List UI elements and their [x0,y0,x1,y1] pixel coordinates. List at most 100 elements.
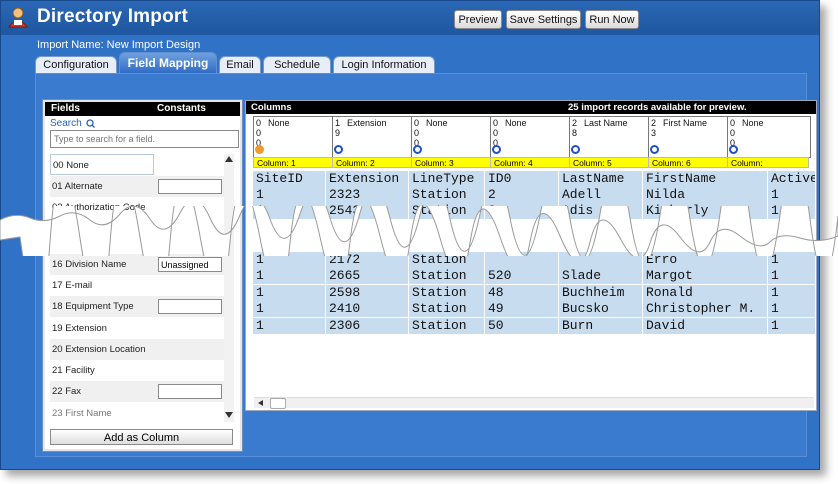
preview-cell: 2665 [326,268,409,285]
field-item-facility[interactable]: 21 Facility [50,360,224,381]
app-title: Directory Import [37,6,189,27]
field-item-label: 22 Fax [52,386,82,397]
preview-cell: Station [409,301,485,318]
column-mapping-cell[interactable]: 0 None 0 0 [727,116,811,158]
tab-schedule[interactable]: Schedule [263,56,331,74]
preview-cell: 1 [253,301,326,318]
column-select-radio[interactable] [492,145,501,154]
fields-panel-header: Fields Constants [45,102,240,116]
preview-cell: Station [409,268,485,285]
scroll-down-arrow-icon[interactable] [225,412,233,418]
torn-edge-overlay [0,206,838,256]
preview-cell: Buchheim [559,284,643,301]
field-item-equipment-type[interactable]: 18 Equipment Type [50,296,224,317]
constant-input-division-name[interactable] [158,257,222,272]
preview-horizontal-scrollbar[interactable] [254,397,814,409]
field-item-label: 21 Facility [52,365,95,376]
column-mapping-value: 0 [493,128,499,138]
constant-input-alternate[interactable] [158,179,222,194]
column-mapping-cell[interactable]: 0 None 0 0 [490,116,574,158]
preview-cell: Christopher M. [643,301,768,318]
field-list: 00 None 01 Alternate 02 Authorization Co… [50,154,228,422]
field-item-none[interactable]: 00 None [50,154,154,175]
preview-cell: 2410 [326,301,409,318]
column-mapping-field: 0 [730,118,736,128]
column-mapping-field: 2 [651,118,657,128]
preview-cell: 2 [485,187,559,203]
preview-cell: 1 [253,187,326,203]
column-mapping-value: 3 [651,128,657,138]
column-mapping-field: 0 [414,118,420,128]
scroll-thumb[interactable] [270,398,286,409]
add-as-column-button[interactable]: Add as Column [50,429,233,445]
field-item-alternate[interactable]: 01 Alternate [50,176,224,197]
constant-input-equipment-type[interactable] [158,299,222,314]
field-item-division-name[interactable]: 16 Division Name [50,254,224,275]
column-mapping-cell[interactable]: 0 None 0 0 [411,116,495,158]
columns-panel-header: Columns 25 import records available for … [246,101,816,114]
field-item-label: 18 Equipment Type [52,301,134,312]
field-list-scrollbar[interactable] [224,154,234,422]
column-mapping-cell[interactable]: 0 None 0 0 [253,116,337,158]
field-item-email[interactable]: 17 E-mail [50,275,224,296]
constant-input-fax[interactable] [158,384,222,399]
preview-cell: Slade [559,268,643,285]
preview-cell: Station [409,187,485,203]
column-mapping-value: 9 [335,128,341,138]
field-item-extension[interactable]: 19 Extension [50,318,224,339]
column-mapping-cell[interactable]: 2 First Name 3 [648,116,732,158]
column-number-label: Column: 1 [253,157,335,168]
import-name-label: Import Name: New Import Design [37,39,201,51]
preview-cell: Station [409,284,485,301]
column-select-radio[interactable] [571,145,580,154]
title-bar: Directory Import Preview Save Settings R… [1,1,819,35]
tab-configuration[interactable]: Configuration [35,56,117,74]
field-item-first-name[interactable]: 23 First Name [50,403,224,422]
preview-cell: Bucsko [559,301,643,318]
preview-cell: 50 [485,317,559,334]
preview-cell: 520 [485,268,559,285]
column-mapping-cell[interactable]: 2 Last Name 8 [569,116,653,158]
column-mapping-field: 0 [256,118,262,128]
column-mapping-field-name: Last Name [584,118,628,128]
fields-header-label: Fields [51,103,80,114]
run-now-button[interactable]: Run Now [585,10,639,29]
preview-button[interactable]: Preview [454,10,502,29]
column-number-label: Column: [727,157,809,168]
scroll-left-arrow-icon[interactable] [258,400,263,406]
column-select-radio[interactable] [334,145,343,154]
field-item-fax[interactable]: 22 Fax [50,381,224,402]
preview-cell: Station [409,317,485,334]
column-select-radio[interactable] [413,145,422,154]
column-mapping-field: 1 [335,118,341,128]
field-item-extension-location[interactable]: 20 Extension Location [50,339,224,360]
column-mapping-field: 0 [493,118,499,128]
column-mapping-field-name: Extension [347,118,387,128]
column-select-radio[interactable] [729,145,738,154]
field-search-input[interactable] [50,130,239,148]
search-label-text: Search [50,118,82,129]
preview-cell: Nilda [643,187,768,203]
field-item-label: 19 Extension [52,323,107,334]
preview-cell: 2306 [326,317,409,334]
preview-cell: 2598 [326,284,409,301]
column-select-radio[interactable] [650,145,659,154]
column-mapping-value: 8 [572,128,578,138]
field-item-label: 00 None [53,160,89,171]
preview-cell: 1 [253,284,326,301]
tab-email[interactable]: Email [219,56,261,74]
column-mapping-cell[interactable]: 1 Extension 9 [332,116,416,158]
save-settings-button[interactable]: Save Settings [506,10,581,29]
scroll-up-arrow-icon[interactable] [225,156,233,162]
field-item-label: 23 First Name [52,408,112,419]
column-mapping-value: 0 [730,128,736,138]
preview-header-cell: FirstName [643,171,768,187]
preview-cell: Burn [559,317,643,334]
preview-header-cell: LastName [559,171,643,187]
tab-login-information[interactable]: Login Information [333,56,435,74]
preview-header-cell: LineType [409,171,485,187]
tab-field-mapping[interactable]: Field Mapping [119,52,217,74]
preview-header-cell: Extension [326,171,409,187]
preview-cell: 2323 [326,187,409,203]
column-select-radio[interactable] [255,145,264,154]
